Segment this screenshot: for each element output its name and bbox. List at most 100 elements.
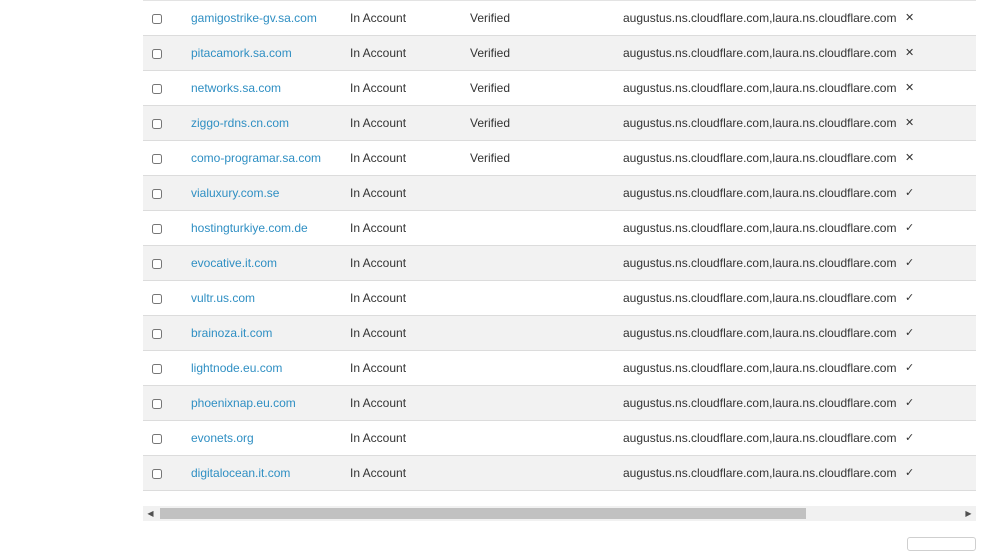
row-checkbox[interactable]	[152, 189, 162, 199]
domain-link[interactable]: pitacamork.sa.com	[191, 36, 292, 70]
nameservers: augustus.ns.cloudflare.com,laura.ns.clou…	[623, 361, 897, 375]
cross-icon: ✕	[905, 117, 915, 129]
table-row: como-programar.sa.com In Account Verified a…	[143, 141, 976, 176]
nameservers: augustus.ns.cloudflare.com,laura.ns.clou…	[623, 256, 897, 270]
domain-link[interactable]: digitalocean.it.com	[191, 456, 290, 490]
domain-link[interactable]: gamigostrike-gv.sa.com	[191, 1, 317, 35]
domain-status: In Account	[350, 151, 407, 165]
check-icon: ✓	[905, 362, 915, 374]
nameservers: augustus.ns.cloudflare.com,laura.ns.clou…	[623, 81, 897, 95]
verification-status: Verified	[470, 151, 511, 165]
domain-status: In Account	[350, 256, 407, 270]
nameservers: augustus.ns.cloudflare.com,laura.ns.clou…	[623, 396, 897, 410]
domain-status: In Account	[350, 116, 407, 130]
nameservers: augustus.ns.cloudflare.com,laura.ns.clou…	[623, 291, 897, 305]
nameservers: augustus.ns.cloudflare.com,laura.ns.clou…	[623, 116, 897, 130]
horizontal-scrollbar[interactable]: ◀ ▶	[143, 506, 976, 521]
domain-status: In Account	[350, 326, 407, 340]
domain-status: In Account	[350, 221, 407, 235]
row-select-checkbox[interactable]	[152, 141, 164, 175]
domain-status: In Account	[350, 46, 407, 60]
row-select-checkbox[interactable]	[152, 211, 164, 245]
table-row: gamigostrike-gv.sa.com In Account Verified…	[143, 1, 976, 36]
row-select-checkbox[interactable]	[152, 351, 164, 385]
row-select-checkbox[interactable]	[152, 36, 164, 70]
domains-table: gamigostrike-gv.sa.com In Account Verified…	[143, 0, 976, 491]
row-checkbox[interactable]	[152, 434, 162, 444]
table-row: phoenixnap.eu.com In Account augustus.ns.c…	[143, 386, 976, 421]
domain-link[interactable]: evocative.it.com	[191, 246, 277, 280]
domain-link[interactable]: evonets.org	[191, 421, 254, 455]
nameservers: augustus.ns.cloudflare.com,laura.ns.clou…	[623, 151, 897, 165]
row-checkbox[interactable]	[152, 469, 162, 479]
table-row: lightnode.eu.com In Account augustus.ns.cl…	[143, 351, 976, 386]
row-checkbox[interactable]	[152, 14, 162, 24]
domain-link[interactable]: vialuxury.com.se	[191, 176, 279, 210]
row-checkbox[interactable]	[152, 154, 162, 164]
row-checkbox[interactable]	[152, 224, 162, 234]
row-select-checkbox[interactable]	[152, 386, 164, 420]
domain-status: In Account	[350, 396, 407, 410]
check-icon: ✓	[905, 432, 915, 444]
table-row: ziggo-rdns.cn.com In Account Verified augus…	[143, 106, 976, 141]
nameservers: augustus.ns.cloudflare.com,laura.ns.clou…	[623, 221, 897, 235]
domain-status: In Account	[350, 291, 407, 305]
table-row: vultr.us.com In Account augustus.ns.cloudf…	[143, 281, 976, 316]
check-icon: ✓	[905, 257, 915, 269]
scrollbar-thumb[interactable]	[160, 508, 806, 519]
table-row: pitacamork.sa.com In Account Verified augus…	[143, 36, 976, 71]
row-select-checkbox[interactable]	[152, 106, 164, 140]
table-row: evonets.org In Account augustus.ns.cloudfl…	[143, 421, 976, 456]
nameservers: augustus.ns.cloudflare.com,laura.ns.clou…	[623, 431, 897, 445]
nameservers: augustus.ns.cloudflare.com,laura.ns.clou…	[623, 11, 897, 25]
domain-link[interactable]: networks.sa.com	[191, 71, 281, 105]
nameservers: augustus.ns.cloudflare.com,laura.ns.clou…	[623, 46, 897, 60]
row-select-checkbox[interactable]	[152, 281, 164, 315]
nameservers: augustus.ns.cloudflare.com,laura.ns.clou…	[623, 326, 897, 340]
domain-link[interactable]: como-programar.sa.com	[191, 141, 321, 175]
row-select-checkbox[interactable]	[152, 176, 164, 210]
domain-status: In Account	[350, 466, 407, 480]
row-select-checkbox[interactable]	[152, 71, 164, 105]
scroll-right-icon[interactable]: ▶	[961, 506, 976, 521]
table-row: networks.sa.com In Account Verified augustu…	[143, 71, 976, 106]
check-icon: ✓	[905, 327, 915, 339]
check-icon: ✓	[905, 397, 915, 409]
domain-status: In Account	[350, 431, 407, 445]
row-checkbox[interactable]	[152, 364, 162, 374]
nameservers: augustus.ns.cloudflare.com,laura.ns.clou…	[623, 466, 897, 480]
domain-link[interactable]: hostingturkiye.com.de	[191, 211, 308, 245]
check-icon: ✓	[905, 222, 915, 234]
cross-icon: ✕	[905, 47, 915, 59]
row-checkbox[interactable]	[152, 399, 162, 409]
table-row: evocative.it.com In Account augustus.ns.cl…	[143, 246, 976, 281]
check-icon: ✓	[905, 467, 915, 479]
domain-status: In Account	[350, 186, 407, 200]
row-checkbox[interactable]	[152, 294, 162, 304]
row-select-checkbox[interactable]	[152, 246, 164, 280]
verification-status: Verified	[470, 116, 511, 130]
row-select-checkbox[interactable]	[152, 456, 164, 490]
table-row: hostingturkiye.com.de In Account augustus.…	[143, 211, 976, 246]
table-row: vialuxury.com.se In Account augustus.ns.cl…	[143, 176, 976, 211]
domain-link[interactable]: phoenixnap.eu.com	[191, 386, 296, 420]
row-select-checkbox[interactable]	[152, 421, 164, 455]
row-checkbox[interactable]	[152, 259, 162, 269]
row-checkbox[interactable]	[152, 119, 162, 129]
row-checkbox[interactable]	[152, 84, 162, 94]
domain-link[interactable]: brainoza.it.com	[191, 316, 272, 350]
row-select-checkbox[interactable]	[152, 316, 164, 350]
row-select-checkbox[interactable]	[152, 1, 164, 35]
domain-link[interactable]: vultr.us.com	[191, 281, 255, 315]
scroll-left-icon[interactable]: ◀	[143, 506, 158, 521]
table-row: digitalocean.it.com In Account augustus.ns…	[143, 456, 976, 491]
cross-icon: ✕	[905, 152, 915, 164]
cross-icon: ✕	[905, 12, 915, 24]
row-checkbox[interactable]	[152, 329, 162, 339]
domain-status: In Account	[350, 11, 407, 25]
page-size-select[interactable]	[907, 537, 976, 551]
domain-link[interactable]: ziggo-rdns.cn.com	[191, 106, 289, 140]
domain-link[interactable]: lightnode.eu.com	[191, 351, 282, 385]
row-checkbox[interactable]	[152, 49, 162, 59]
check-icon: ✓	[905, 292, 915, 304]
